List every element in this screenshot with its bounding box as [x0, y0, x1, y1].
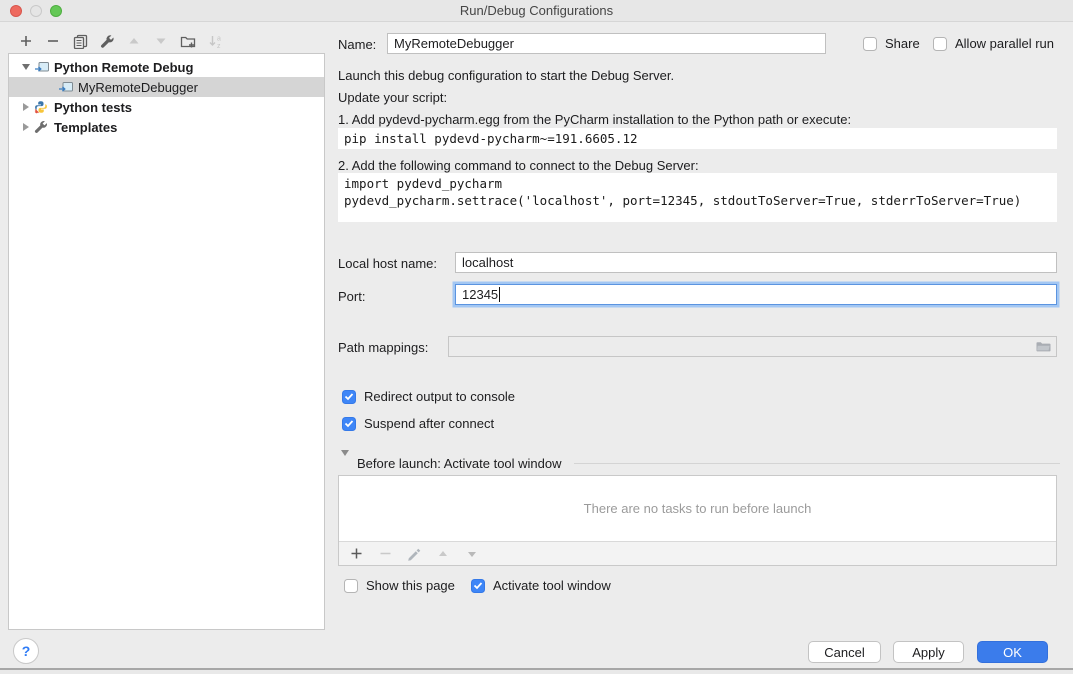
allow-parallel-run-checkbox[interactable]: Allow parallel run: [933, 36, 1054, 51]
share-checkbox-box[interactable]: [863, 37, 877, 51]
instruction-update: Update your script:: [338, 90, 447, 105]
empty-task-message: There are no tasks to run before launch: [339, 476, 1056, 541]
text-cursor: [499, 287, 500, 302]
new-folder-icon[interactable]: [180, 33, 196, 49]
apply-button[interactable]: Apply: [893, 641, 964, 663]
copy-configuration-icon[interactable]: [72, 33, 88, 49]
window-title: Run/Debug Configurations: [460, 3, 613, 18]
allow-parallel-checkbox-box[interactable]: [933, 37, 947, 51]
help-question-icon: ?: [22, 643, 31, 659]
header-rule: [574, 463, 1060, 464]
share-checkbox[interactable]: Share: [863, 36, 920, 51]
remove-task-icon[interactable]: [377, 546, 393, 562]
expand-collapse-icon[interactable]: [21, 103, 31, 111]
share-label: Share: [885, 36, 920, 51]
close-window-button[interactable]: [10, 5, 22, 17]
tree-item-python-remote-debug[interactable]: Python Remote Debug: [9, 57, 324, 77]
redirect-output-label: Redirect output to console: [364, 389, 515, 404]
tree-item-label: Python Remote Debug: [54, 60, 193, 75]
name-input[interactable]: [387, 33, 826, 54]
activate-tool-window-checkbox[interactable]: Activate tool window: [471, 578, 611, 593]
instruction-step2: 2. Add the following command to connect …: [338, 158, 699, 173]
add-task-icon[interactable]: [348, 546, 364, 562]
settrace-code-line1: import pydevd_pycharm: [344, 176, 502, 191]
before-launch-task-list: There are no tasks to run before launch: [338, 475, 1057, 566]
port-input[interactable]: 12345: [455, 284, 1057, 305]
tree-item-label: Templates: [54, 120, 117, 135]
local-host-name-label: Local host name:: [338, 256, 437, 271]
tree-item-python-tests[interactable]: Python tests: [9, 97, 324, 117]
expand-collapse-icon[interactable]: [21, 123, 31, 131]
tree-item-label: Python tests: [54, 100, 132, 115]
before-launch-header[interactable]: Before launch: Activate tool window: [341, 456, 1060, 471]
move-task-down-icon[interactable]: [464, 546, 480, 562]
help-button[interactable]: ?: [13, 638, 39, 664]
port-label: Port:: [338, 289, 365, 304]
zoom-window-button[interactable]: [50, 5, 62, 17]
svg-text:a: a: [217, 35, 221, 42]
name-label: Name:: [338, 37, 376, 52]
path-mappings-input[interactable]: [448, 336, 1057, 357]
show-this-page-checkbox[interactable]: Show this page: [344, 578, 455, 593]
tree-item-templates[interactable]: Templates: [9, 117, 324, 137]
collapse-arrow-icon[interactable]: [341, 456, 349, 471]
show-this-page-label: Show this page: [366, 578, 455, 593]
sort-configurations-icon[interactable]: az: [207, 33, 223, 49]
instruction-step1: 1. Add pydevd-pycharm.egg from the PyCha…: [338, 112, 851, 127]
suspend-checkbox-box[interactable]: [342, 417, 356, 431]
settrace-code: import pydevd_pycharm pydevd_pycharm.sett…: [338, 173, 1057, 222]
edit-templates-icon[interactable]: [99, 33, 115, 49]
suspend-after-connect-checkbox[interactable]: Suspend after connect: [342, 416, 494, 431]
run-debug-configurations-dialog: Run/Debug Configurations az: [0, 0, 1073, 674]
edit-task-icon[interactable]: [406, 546, 422, 562]
move-up-icon[interactable]: [126, 33, 142, 49]
remove-configuration-icon[interactable]: [45, 33, 61, 49]
before-launch-toolbar: [339, 541, 1056, 565]
instruction-intro: Launch this debug configuration to start…: [338, 68, 674, 83]
window-bottom-edge: [0, 668, 1073, 674]
ok-button[interactable]: OK: [977, 641, 1048, 663]
configurations-tree: Python Remote Debug MyRemoteDebugger Pyt…: [8, 53, 325, 630]
redirect-output-checkbox-box[interactable]: [342, 390, 356, 404]
redirect-output-checkbox[interactable]: Redirect output to console: [342, 389, 515, 404]
browse-folder-icon[interactable]: [1035, 339, 1052, 357]
path-mappings-label: Path mappings:: [338, 340, 428, 355]
python-tests-icon: [34, 100, 50, 114]
expand-collapse-icon[interactable]: [21, 64, 31, 70]
remote-debug-config-icon: [58, 80, 74, 94]
cancel-button[interactable]: Cancel: [808, 641, 881, 663]
local-host-name-input[interactable]: [455, 252, 1057, 273]
allow-parallel-run-label: Allow parallel run: [955, 36, 1054, 51]
templates-icon: [34, 120, 50, 134]
pip-install-code: pip install pydevd-pycharm~=191.6605.12: [338, 128, 1057, 149]
add-configuration-icon[interactable]: [18, 33, 34, 49]
settrace-code-line2: pydevd_pycharm.settrace('localhost', por…: [344, 193, 1021, 208]
before-launch-title: Before launch: Activate tool window: [357, 456, 562, 471]
activate-tool-window-checkbox-box[interactable]: [471, 579, 485, 593]
minimize-window-button[interactable]: [30, 5, 42, 17]
show-this-page-checkbox-box[interactable]: [344, 579, 358, 593]
move-task-up-icon[interactable]: [435, 546, 451, 562]
configurations-toolbar: az: [18, 31, 223, 51]
tree-item-myremotedebugger[interactable]: MyRemoteDebugger: [9, 77, 324, 97]
titlebar: Run/Debug Configurations: [0, 0, 1073, 22]
tree-item-label: MyRemoteDebugger: [78, 80, 198, 95]
port-value: 12345: [462, 287, 498, 302]
move-down-icon[interactable]: [153, 33, 169, 49]
svg-text:z: z: [217, 43, 221, 49]
suspend-after-connect-label: Suspend after connect: [364, 416, 494, 431]
activate-tool-window-label: Activate tool window: [493, 578, 611, 593]
remote-debug-config-icon: [34, 60, 50, 74]
